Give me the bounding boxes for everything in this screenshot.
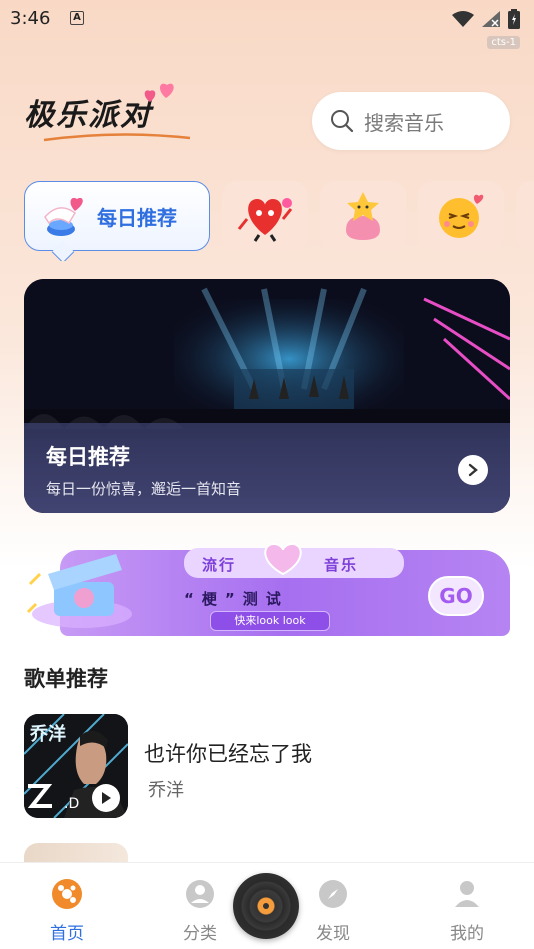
love-emoji-icon	[439, 194, 484, 238]
category-daily-recommend[interactable]: 每日推荐	[24, 181, 210, 261]
tab-label-home: 首页	[50, 924, 84, 944]
app-logo: 极乐派对	[24, 83, 194, 146]
system-icons	[452, 9, 520, 29]
debug-tag: cts-1	[487, 36, 520, 49]
status-bar: 3:46 A cts-1	[0, 0, 534, 49]
person-icon	[455, 881, 479, 907]
bottom-tab-bar: 首页 分类 发现 我的	[0, 862, 534, 949]
tab-category[interactable]: 分类	[160, 877, 240, 944]
promo-tag-pop: 流行	[202, 556, 237, 574]
playlist-cover[interactable]: .D 乔洋	[24, 714, 128, 818]
playlist-section-title: 歌单推荐	[24, 667, 108, 691]
chevron-right-icon[interactable]	[458, 455, 488, 485]
play-icon[interactable]	[92, 784, 120, 812]
signal-icon	[482, 11, 500, 27]
category-star-bag[interactable]	[320, 181, 406, 251]
tab-label-category: 分类	[183, 924, 217, 944]
status-time: 3:46	[10, 8, 51, 29]
compass-icon	[319, 880, 347, 908]
hearts-icon	[144, 83, 174, 102]
search-placeholder: 搜索音乐	[364, 110, 444, 135]
category-love-emoji[interactable]	[418, 181, 504, 251]
pop-music-quiz-promo[interactable]: 流行 音乐 “梗”测试 快来look look GO	[24, 540, 510, 636]
playlist-cover-partial[interactable]	[24, 843, 128, 863]
tab-home[interactable]: 首页	[27, 877, 107, 944]
search-icon	[331, 110, 354, 133]
svg-text:.D: .D	[64, 796, 79, 812]
heart-character-icon	[237, 198, 293, 242]
banner-title: 每日推荐	[46, 445, 130, 469]
promo-cta-pill[interactable]: 快来look look	[210, 611, 330, 631]
battery-icon	[508, 9, 520, 29]
wifi-icon	[452, 11, 474, 27]
playlist-title: 也许你已经忘了我	[144, 742, 312, 766]
category-label: 每日推荐	[97, 205, 177, 230]
banner-caption: 每日推荐 每日一份惊喜，邂逅一首知音	[24, 423, 510, 513]
promo-quiz-title: “梗”测试	[184, 590, 289, 608]
active-tab-pointer	[51, 240, 75, 261]
disc-center	[263, 903, 269, 909]
tab-mine[interactable]: 我的	[427, 877, 507, 944]
notification-a-icon: A	[70, 11, 84, 25]
user-circle-icon	[186, 880, 214, 908]
search-bar[interactable]: 搜索音乐	[312, 92, 510, 150]
playlist-artist: 乔洋	[148, 780, 184, 801]
category-more[interactable]	[516, 181, 534, 251]
tab-discover[interactable]: 发现	[293, 877, 373, 944]
banner-subtitle: 每日一份惊喜，邂逅一首知音	[46, 480, 242, 498]
megaphone-heart-icon	[44, 197, 83, 236]
playlist-item[interactable]: .D 乔洋 也许你已经忘了我 乔洋	[24, 714, 510, 820]
cover-text: 乔洋	[30, 724, 66, 745]
promo-heart-icon	[264, 542, 302, 576]
go-button[interactable]: GO	[428, 576, 484, 616]
vinyl-icon	[52, 879, 82, 909]
tab-label-discover: 发现	[316, 924, 350, 944]
daily-recommend-banner[interactable]: 每日推荐 每日一份惊喜，邂逅一首知音	[24, 279, 510, 513]
promo-tag-music: 音乐	[324, 556, 359, 574]
record-disc-icon[interactable]	[233, 873, 299, 939]
category-row: 每日推荐	[24, 181, 534, 261]
category-heart[interactable]	[222, 181, 308, 251]
logo-text: 极乐派对	[24, 98, 152, 133]
star-bag-icon	[346, 192, 380, 240]
gift-box-icon	[26, 554, 132, 628]
tab-label-mine: 我的	[450, 924, 484, 944]
logo-underline-icon	[43, 133, 191, 142]
